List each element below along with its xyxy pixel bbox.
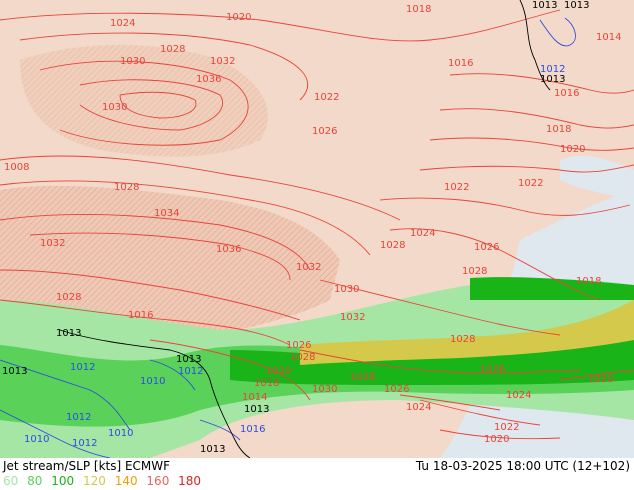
isobar-label: 1024 [410,228,435,239]
isobar-label: 1016 [240,424,265,435]
isobar-label: 1028 [350,372,375,383]
isobar-label: 1026 [384,384,409,395]
isobar-label: 1014 [596,32,621,43]
product-title: Jet stream/SLP [kts] ECMWF [3,459,171,473]
isobar-label: 1020 [266,366,291,377]
isobar-label: 1022 [494,422,519,433]
isobar-label: 1022 [444,182,469,193]
isobar-label: 1030 [312,384,337,395]
isobar-label: 1013 [532,0,557,11]
isobar-label: 1012 [178,366,203,377]
isobar-label: 1018 [406,4,431,15]
isobar-label: 1010 [24,434,49,445]
map-svg: 1020 1024 1028 1030 1032 1036 1018 1016 … [0,0,634,458]
isobar-label: 1024 [110,18,135,29]
isobar-label: 1013 [200,444,225,455]
legend-160: 160 [146,474,170,488]
isobar-label: 1013 [244,404,269,415]
isobar-label: 1034 [154,208,179,219]
isobar-label: 1028 [290,352,315,363]
isobar-label: 1024 [406,402,431,413]
isobar-label: 1013 [176,354,201,365]
map-canvas[interactable]: 1020 1024 1028 1030 1032 1036 1018 1016 … [0,0,634,458]
legend-180: 180 [178,474,202,488]
isobar-label: 1008 [4,162,29,173]
isobar-label: 1030 [120,56,145,67]
isobar-label: 1020 [588,374,613,385]
isobar-label: 1030 [102,102,127,113]
legend-120: 120 [82,474,106,488]
isobar-label: 1012 [66,412,91,423]
isobar-label: 1020 [484,434,509,445]
isobar-label: 1018 [546,124,571,135]
isobar-label: 1018 [254,378,279,389]
isobar-label: 1028 [462,266,487,277]
isobar-label: 1026 [312,126,337,137]
isobar-label: 1028 [450,334,475,345]
legend-80: 80 [27,474,43,488]
isobar-label: 1032 [296,262,321,273]
isobar-label: 1018 [576,276,601,287]
isobar-label: 1016 [554,88,579,99]
isobar-label: 1028 [160,44,185,55]
isobar-label: 1013 [540,74,565,85]
isobar-label: 1013 [2,366,27,377]
speed-legend: 60 80 100 120 140 160 180 [3,474,206,488]
isobar-label: 1013 [564,0,589,11]
isobar-label: 1016 [448,58,473,69]
isobar-label: 1014 [242,392,267,403]
isobar-label: 1032 [210,56,235,67]
isobar-label: 1012 [70,362,95,373]
isobar-label: 1026 [474,242,499,253]
isobar-label: 1026 [286,340,311,351]
legend-140: 140 [114,474,138,488]
isobar-label: 1028 [380,240,405,251]
isobar-label: 1012 [72,438,97,449]
isobar-label: 1024 [506,390,531,401]
isobar-label: 1022 [518,178,543,189]
isobar-label: 1032 [340,312,365,323]
isobar-label: 1013 [56,328,81,339]
legend-100: 100 [51,474,75,488]
isobar-label: 1028 [56,292,81,303]
isobar-label: 1032 [40,238,65,249]
isobar-label: 1010 [108,428,133,439]
isobar-label: 1020 [560,144,585,155]
legend-60: 60 [3,474,19,488]
isobar-label: 1030 [334,284,359,295]
isobar-label: 1010 [140,376,165,387]
map-footer: Jet stream/SLP [kts] ECMWF Tu 18-03-2025… [0,458,634,490]
isobar-label: 1028 [114,182,139,193]
valid-time: Tu 18-03-2025 18:00 UTC (12+102) [415,459,630,473]
isobar-label: 1020 [226,12,251,23]
isobar-label: 1036 [196,74,221,85]
isobar-label: 1026 [480,364,505,375]
isobar-label: 1022 [314,92,339,103]
isobar-label: 1036 [216,244,241,255]
isobar-label: 1016 [128,310,153,321]
